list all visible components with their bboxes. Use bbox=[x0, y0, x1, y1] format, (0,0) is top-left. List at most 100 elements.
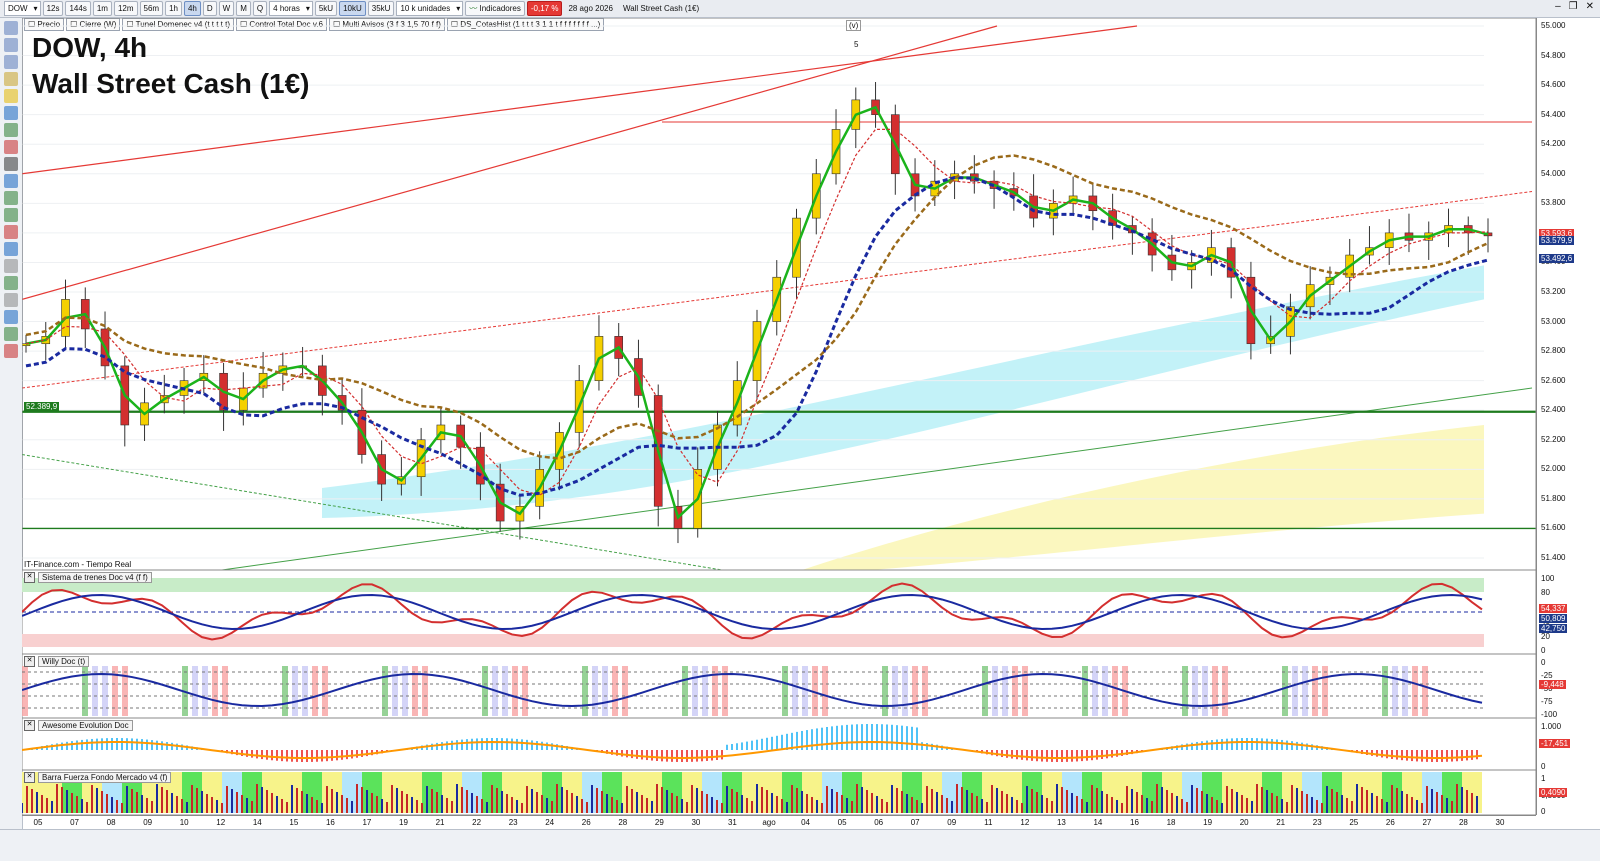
time-tick-label: 08 bbox=[106, 818, 116, 827]
pane-name[interactable]: Sistema de trenes Doc v4 (f f) bbox=[38, 572, 152, 583]
rectangle-icon[interactable] bbox=[4, 140, 18, 154]
magnet-icon[interactable] bbox=[4, 276, 18, 290]
time-tick-label: 19 bbox=[399, 818, 408, 827]
volume-button-10kU[interactable]: 10kU bbox=[339, 1, 366, 16]
chart-subtitle: Wall Street Cash (1€) bbox=[32, 68, 310, 99]
eraser-icon[interactable] bbox=[4, 259, 18, 273]
pane-axis[interactable]: 10080604020054,33750,80942,750 bbox=[1536, 570, 1600, 655]
timeframe-group: 12s 144s 1m 12m 56m 1h 4h D W M Q bbox=[42, 1, 268, 16]
pane-value-tag: 50,809 bbox=[1539, 613, 1568, 623]
time-tick-label: 26 bbox=[1385, 818, 1395, 827]
time-tick-label: 05 bbox=[33, 818, 43, 827]
drawing-toolbar bbox=[0, 18, 23, 848]
time-tick-label: 23 bbox=[1312, 818, 1322, 827]
time-tick-label: 16 bbox=[1130, 818, 1139, 827]
price-tick-label: 52.400 bbox=[1541, 405, 1566, 415]
zoom-in-icon[interactable] bbox=[4, 38, 18, 52]
time-tick-label: 09 bbox=[143, 818, 153, 827]
timeframe-button-W[interactable]: W bbox=[218, 1, 235, 16]
time-tick-label: 15 bbox=[289, 818, 299, 827]
indicator-pane bbox=[22, 717, 1536, 771]
period-select[interactable]: 4 horas bbox=[269, 1, 313, 16]
symbol-select[interactable]: DOW bbox=[4, 1, 41, 16]
layers-icon[interactable] bbox=[4, 327, 18, 341]
close-icon[interactable]: ✕ bbox=[1586, 1, 1594, 12]
restore-icon[interactable]: ❐ bbox=[1569, 1, 1578, 12]
oversold-band bbox=[22, 634, 1484, 647]
indicators-button[interactable]: 〰 Indicadores bbox=[465, 1, 525, 16]
volume-button-5kU[interactable]: 5kU bbox=[314, 1, 338, 16]
price-tag: 53.492,6 bbox=[1539, 253, 1575, 263]
ruler-icon[interactable] bbox=[4, 242, 18, 256]
line-icon[interactable] bbox=[4, 106, 18, 120]
time-tick-label: 31 bbox=[727, 818, 737, 827]
channel-icon[interactable] bbox=[4, 123, 18, 137]
chart-canvas[interactable] bbox=[22, 18, 1536, 829]
close-pane-icon[interactable]: ✕ bbox=[24, 772, 35, 783]
pane-name[interactable]: Awesome Evolution Doc bbox=[38, 720, 133, 731]
timeframe-button-D[interactable]: D bbox=[202, 1, 217, 16]
timeframe-button-56m[interactable]: 56m bbox=[139, 1, 164, 16]
pane-tick-label: 0 bbox=[1541, 807, 1546, 816]
pane-value-tag: 54,337 bbox=[1539, 603, 1568, 613]
volume-button-35kU[interactable]: 35kU bbox=[367, 1, 395, 16]
time-tick-label: 10 bbox=[179, 818, 189, 827]
time-tick-label: 28 bbox=[618, 818, 628, 827]
time-tick-label: 18 bbox=[1166, 818, 1176, 827]
alert-icon[interactable] bbox=[4, 89, 18, 103]
time-tick-label: 29 bbox=[654, 818, 664, 827]
cursor-icon[interactable] bbox=[4, 21, 18, 35]
zoom-out-icon[interactable] bbox=[4, 55, 18, 69]
close-pane-icon[interactable]: ✕ bbox=[24, 572, 35, 583]
price-tick-label: 55.000 bbox=[1541, 21, 1566, 30]
price-tick-label: 53.800 bbox=[1541, 198, 1566, 208]
time-tick-label: 14 bbox=[1093, 818, 1103, 827]
time-tick-label: 19 bbox=[1203, 818, 1213, 827]
time-tick-label: ago bbox=[762, 818, 776, 827]
time-axis[interactable]: 05 07 08 09 10 12 14 15 16 17 19 21 22 23 24 26 28 29 30 31… bbox=[22, 815, 1536, 830]
timeframe-button-1h[interactable]: 1h bbox=[165, 1, 182, 16]
pane-value-tag: -17,451 bbox=[1539, 738, 1571, 748]
time-tick-label: 27 bbox=[1422, 818, 1432, 827]
trash-icon[interactable] bbox=[4, 344, 18, 358]
timeframe-button-M[interactable]: M bbox=[236, 1, 251, 16]
units-select[interactable]: 10 k unidades bbox=[396, 1, 464, 16]
wave-label: (v) bbox=[846, 20, 862, 31]
time-tick-label: 30 bbox=[1495, 818, 1505, 827]
time-tick-label: 21 bbox=[1276, 818, 1286, 827]
arrow-icon[interactable] bbox=[4, 225, 18, 239]
price-tick-label: 54.000 bbox=[1541, 168, 1566, 178]
time-tick-label: 16 bbox=[325, 818, 335, 827]
pane-axis[interactable]: 10,500000,4090 bbox=[1536, 770, 1600, 816]
text-icon[interactable] bbox=[4, 174, 18, 188]
timeframe-button-12m[interactable]: 12m bbox=[113, 1, 138, 16]
pane-name[interactable]: Willy Doc (t) bbox=[38, 656, 90, 667]
timeframe-button-1m[interactable]: 1m bbox=[92, 1, 112, 16]
wave-number: 5 bbox=[854, 40, 859, 49]
measure-icon[interactable] bbox=[4, 72, 18, 86]
timeframe-button-12s[interactable]: 12s bbox=[42, 1, 64, 16]
price-axis[interactable]: 55.000 54.800 54.600 54.400 54.200 54.000 53.8… bbox=[1536, 18, 1600, 570]
pane-name[interactable]: Barra Fuerza Fondo Mercado v4 (f) bbox=[38, 772, 172, 783]
trend-icon[interactable] bbox=[4, 208, 18, 222]
pane-tick-label: 80 bbox=[1541, 588, 1550, 598]
fibonacci-icon[interactable] bbox=[4, 191, 18, 205]
timeframe-button-4h[interactable]: 4h bbox=[183, 1, 201, 16]
price-tick-label: 53.000 bbox=[1541, 316, 1566, 326]
pane-value-tag: -9,448 bbox=[1539, 679, 1566, 689]
pane-axis[interactable]: 1.000 0 -17,451 bbox=[1536, 718, 1600, 771]
close-pane-icon[interactable]: ✕ bbox=[24, 720, 35, 731]
price-tick-label: 52.800 bbox=[1541, 346, 1566, 356]
pane-header: ✕ Willy Doc (t) bbox=[24, 656, 90, 667]
time-tick-label: 21 bbox=[435, 818, 445, 827]
close-pane-icon[interactable]: ✕ bbox=[24, 656, 35, 667]
timeframe-button-144s[interactable]: 144s bbox=[65, 1, 91, 16]
pane-axis[interactable]: 0-25-50-75-100-9,448 bbox=[1536, 654, 1600, 719]
lock-icon[interactable] bbox=[4, 293, 18, 307]
timeframe-button-Q[interactable]: Q bbox=[252, 1, 268, 16]
pencil-icon[interactable] bbox=[4, 157, 18, 171]
minimize-icon[interactable]: – bbox=[1555, 1, 1561, 12]
eye-icon[interactable] bbox=[4, 310, 18, 324]
time-tick-label: 04 bbox=[801, 818, 810, 827]
cloud-yellow bbox=[802, 425, 1484, 570]
